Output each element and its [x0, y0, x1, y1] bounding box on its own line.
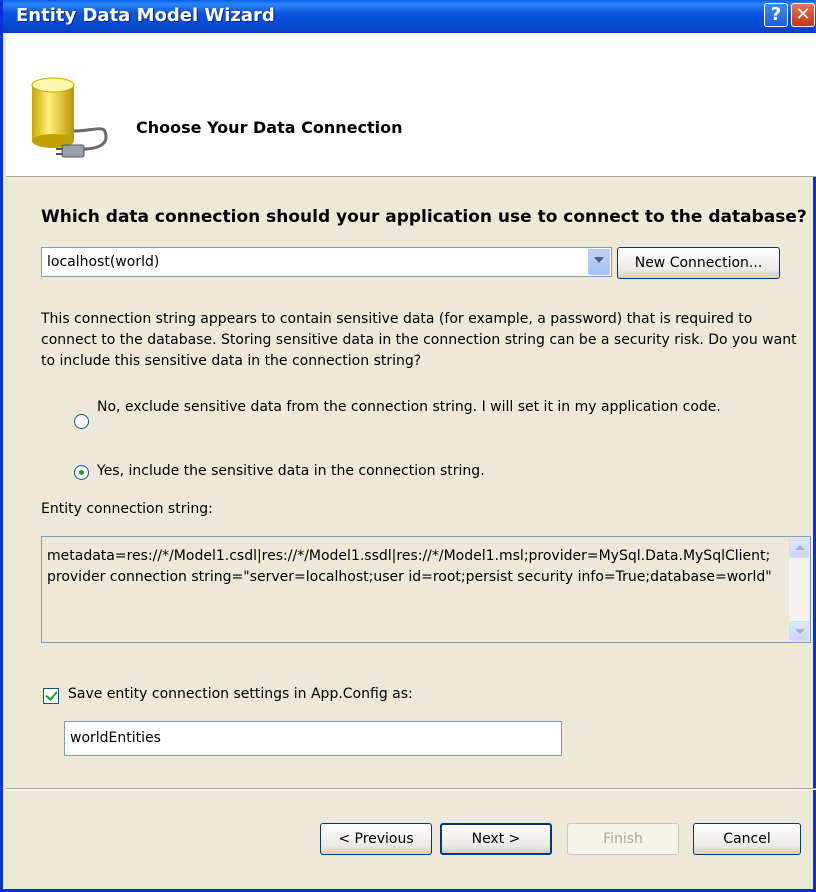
title-bar[interactable]: Entity Data Model Wizard ? ✕	[3, 0, 816, 33]
include-sensitive-label[interactable]: Yes, include the sensitive data in the c…	[97, 462, 485, 481]
new-connection-button[interactable]: New Connection...	[617, 247, 780, 279]
exclude-sensitive-label[interactable]: No, exclude sensitive data from the conn…	[97, 398, 737, 417]
save-settings-label[interactable]: Save entity connection settings in App.C…	[68, 686, 413, 702]
save-settings-checkbox[interactable]	[43, 688, 59, 704]
sensitive-data-description: This connection string appears to contai…	[41, 311, 797, 369]
exclude-sensitive-radio[interactable]	[74, 414, 89, 429]
window-title: Entity Data Model Wizard	[16, 5, 275, 26]
page-title: Choose Your Data Connection	[136, 118, 403, 137]
wizard-header: Choose Your Data Connection	[6, 33, 816, 177]
previous-button[interactable]: < Previous	[320, 823, 432, 855]
checkmark-icon	[45, 688, 58, 701]
entity-connection-string-box[interactable]: metadata=res://*/Model1.csdl|res://*/Mod…	[41, 536, 811, 643]
vertical-scrollbar[interactable]	[789, 538, 809, 641]
include-sensitive-radio[interactable]	[74, 465, 89, 480]
connection-select[interactable]: localhost(world)	[41, 247, 612, 277]
scroll-up-icon[interactable]	[789, 538, 809, 558]
wizard-content: Which data connection should your applic…	[6, 177, 816, 889]
database-plug-icon	[26, 75, 116, 169]
cancel-button[interactable]: Cancel	[693, 823, 801, 855]
button-separator	[6, 788, 816, 790]
wizard-window: Entity Data Model Wizard ? ✕ Choose Your…	[0, 0, 816, 892]
close-button[interactable]: ✕	[791, 3, 815, 27]
config-name-value: worldEntities	[70, 730, 161, 746]
entity-connection-string[interactable]: metadata=res://*/Model1.csdl|res://*/Mod…	[47, 546, 772, 588]
scroll-down-icon[interactable]	[789, 621, 809, 641]
finish-button[interactable]: Finish	[567, 823, 679, 855]
chevron-down-icon[interactable]	[588, 249, 610, 275]
help-button[interactable]: ?	[764, 3, 788, 27]
connection-select-value: localhost(world)	[47, 254, 160, 270]
entity-connection-label: Entity connection string:	[41, 501, 213, 517]
next-button[interactable]: Next >	[440, 823, 552, 855]
connection-question: Which data connection should your applic…	[41, 207, 807, 227]
config-name-input[interactable]: worldEntities	[64, 721, 562, 756]
